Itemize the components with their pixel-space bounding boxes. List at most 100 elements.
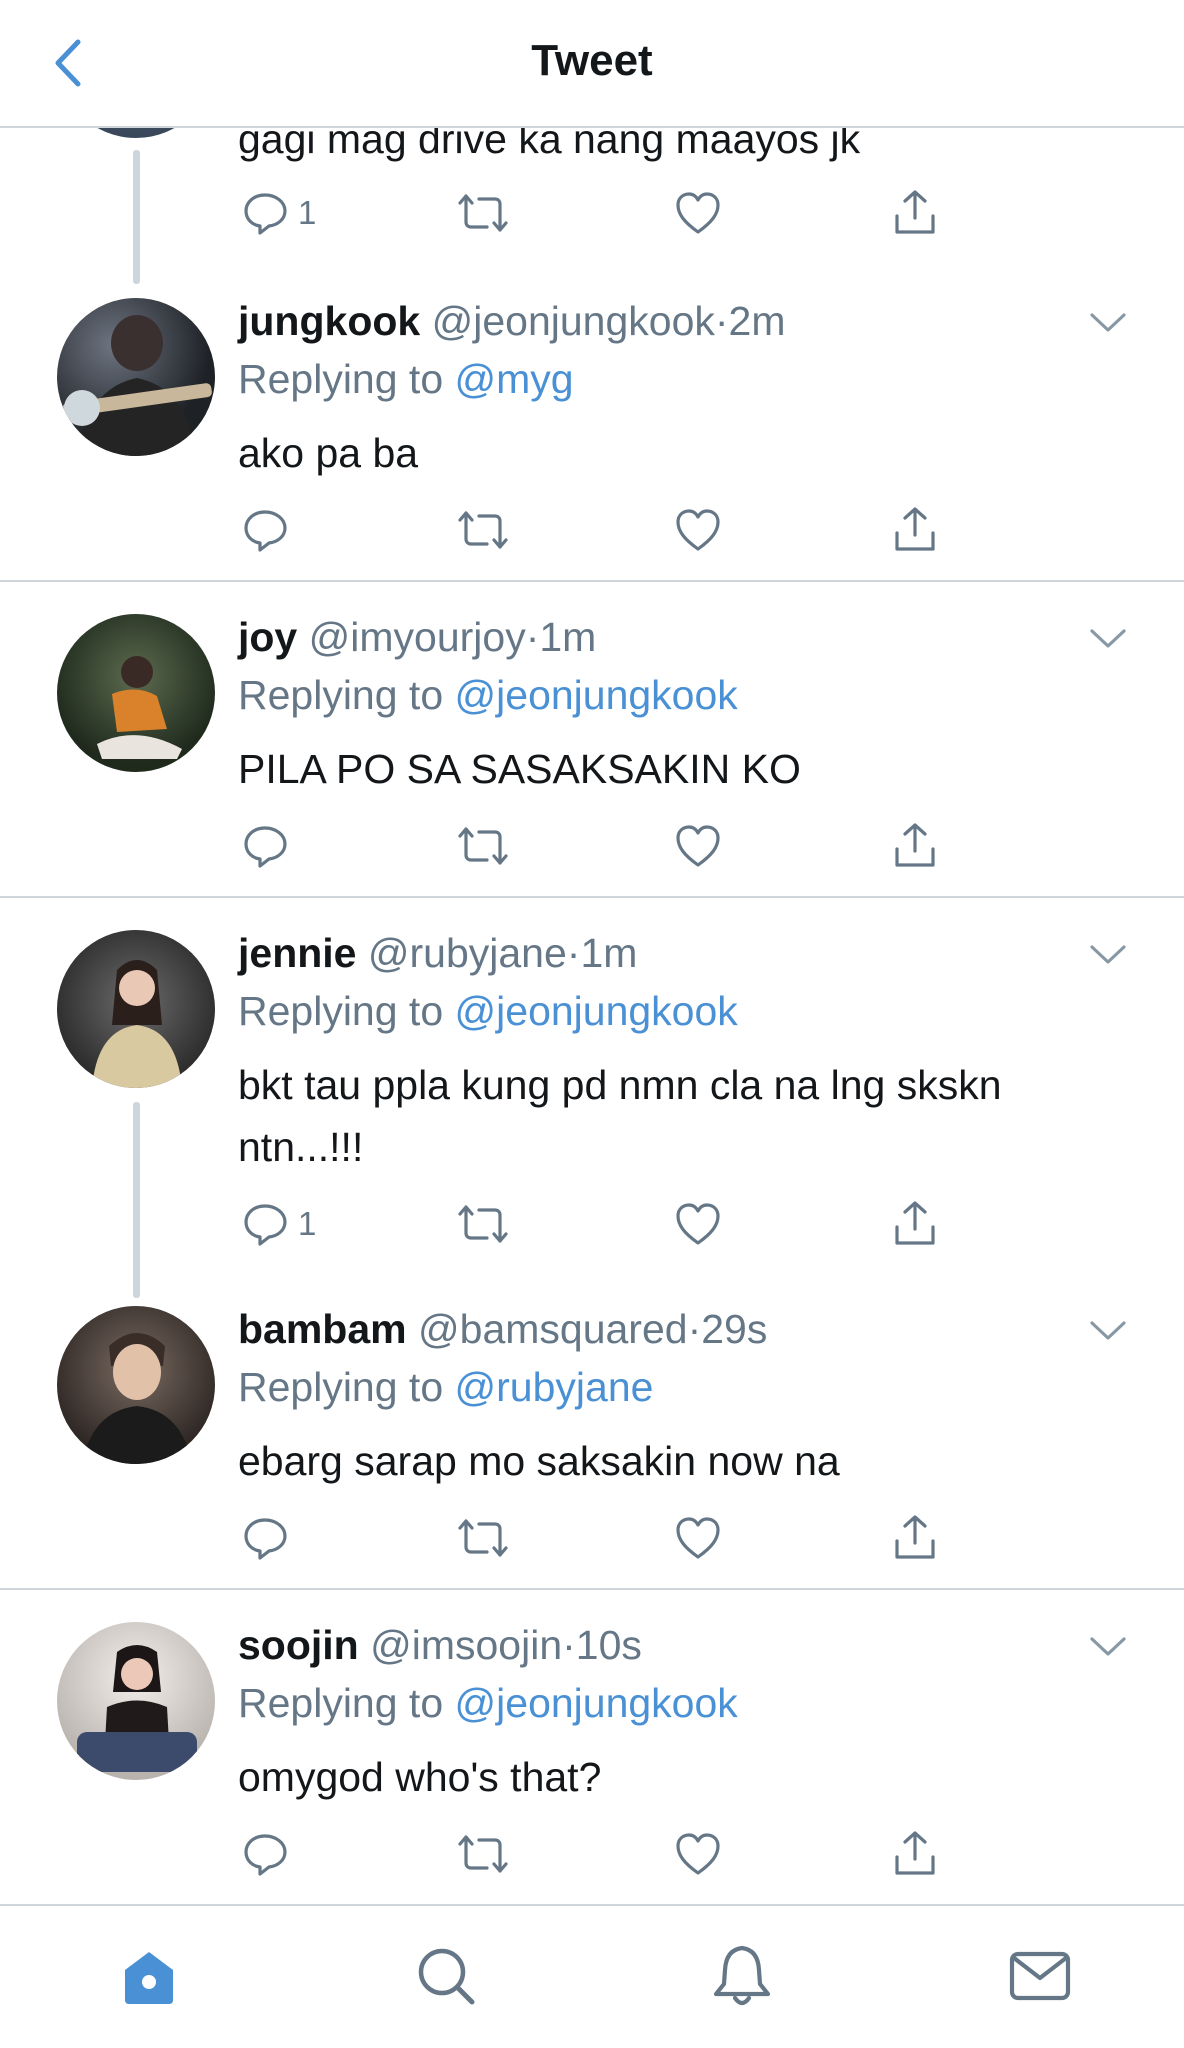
reply-button[interactable] (242, 1510, 298, 1566)
like-button[interactable] (674, 1196, 722, 1252)
tweet-text: PILA PO SA SASAKSAKIN KO (238, 746, 801, 792)
timestamp[interactable]: 10s (576, 1622, 642, 1668)
timestamp[interactable]: 29s (701, 1306, 767, 1352)
tweet-text: ebarg sarap mo saksakin now na (238, 1438, 840, 1484)
display-name[interactable]: jungkook (238, 298, 420, 344)
user-handle[interactable]: @imyourjoy (309, 614, 526, 660)
tab-home[interactable] (113, 1940, 185, 2012)
share-button[interactable] (892, 1196, 938, 1252)
retweet-button[interactable] (456, 1196, 510, 1252)
avatar[interactable] (57, 930, 215, 1088)
tweet-header: bambam @bamsquared·29s (238, 1300, 1094, 1358)
retweet-button[interactable] (456, 1826, 510, 1882)
reply-button[interactable] (242, 1826, 298, 1882)
avatar[interactable] (57, 298, 215, 456)
mention-link[interactable]: @rubyjane (455, 1364, 654, 1410)
retweet-button[interactable] (456, 185, 510, 241)
share-button[interactable] (892, 185, 938, 241)
tweet-actions: 1 (238, 1196, 958, 1252)
share-button[interactable] (892, 1826, 938, 1882)
like-button[interactable] (674, 502, 722, 558)
replying-to-label: Replying to (238, 672, 444, 718)
search-icon (418, 1948, 475, 2005)
display-name[interactable]: bambam (238, 1306, 407, 1352)
display-name[interactable]: jennie (238, 930, 356, 976)
heart-icon (676, 1833, 720, 1875)
tweet-joy[interactable]: joy @imyourjoy·1m Replying to @jeonjungk… (0, 582, 1184, 898)
thread-line (133, 150, 140, 284)
retweet-icon (458, 1519, 508, 1557)
like-button[interactable] (674, 818, 722, 874)
tweet-menu-button[interactable] (1088, 1318, 1128, 1344)
avatar[interactable] (57, 1306, 215, 1464)
reply-button[interactable] (242, 502, 298, 558)
share-icon (895, 1201, 935, 1245)
tweet-jungkook[interactable]: jungkook @jeonjungkook·2m Replying to @m… (0, 280, 1184, 582)
mention-link[interactable]: @myg (455, 356, 574, 402)
separator-dot: · (562, 1622, 576, 1668)
share-icon (895, 1515, 935, 1559)
heart-icon (676, 825, 720, 867)
share-button[interactable] (892, 502, 938, 558)
heart-icon (676, 509, 720, 551)
tweet-menu-button[interactable] (1088, 1634, 1128, 1660)
replying-to-label: Replying to (238, 1364, 444, 1410)
tweet-soojin[interactable]: soojin @imsoojin·10s Replying to @jeonju… (0, 1590, 1184, 1904)
like-button[interactable] (674, 1826, 722, 1882)
tweet-text: bkt tau ppla kung pd nmn cla na lng sksk… (238, 1062, 1002, 1170)
tweet-menu-button[interactable] (1088, 942, 1128, 968)
tab-notifications[interactable] (706, 1940, 778, 2012)
retweet-button[interactable] (456, 502, 510, 558)
page-title: Tweet (531, 36, 653, 85)
timestamp[interactable]: 1m (539, 614, 596, 660)
user-handle[interactable]: @rubyjane (368, 930, 567, 976)
avatar[interactable] (57, 1622, 215, 1780)
like-button[interactable] (674, 1510, 722, 1566)
tweet-jennie[interactable]: jennie @rubyjane·1m Replying to @jeonjun… (0, 898, 1184, 1298)
retweet-icon (458, 1835, 508, 1873)
tweet-menu-button[interactable] (1088, 310, 1128, 336)
user-handle[interactable]: @imsoojin (370, 1622, 562, 1668)
separator-dot: · (566, 930, 581, 976)
replying-to-line: Replying to @myg (238, 350, 1094, 408)
mention-link[interactable]: @jeonjungkook (455, 672, 738, 718)
replying-to-label: Replying to (238, 356, 444, 402)
reply-count: 1 (298, 194, 317, 231)
reply-button[interactable] (242, 818, 298, 874)
guitar-player-image (62, 315, 212, 456)
replying-to-label: Replying to (238, 988, 444, 1034)
replying-to-label: Replying to (238, 1680, 444, 1726)
share-button[interactable] (892, 1510, 938, 1566)
mention-link[interactable]: @jeonjungkook (455, 1680, 738, 1726)
separator-dot: · (525, 614, 540, 660)
display-name[interactable]: joy (238, 614, 297, 660)
retweet-button[interactable] (456, 818, 510, 874)
reply-button[interactable]: 1 (242, 1196, 316, 1252)
share-button[interactable] (892, 818, 938, 874)
retweet-button[interactable] (456, 1510, 510, 1566)
reply-icon (244, 826, 287, 868)
tweet-bambam[interactable]: bambam @bamsquared·29s Replying to @ruby… (0, 1274, 1184, 1590)
replying-to-line: Replying to @jeonjungkook (238, 1674, 1094, 1732)
heart-icon (676, 192, 720, 234)
user-handle[interactable]: @jeonjungkook (432, 298, 715, 344)
tweet-text: omygod who's that? (238, 1754, 602, 1800)
tweet-menu-button[interactable] (1088, 626, 1128, 652)
timestamp[interactable]: 1m (580, 930, 637, 976)
replies-timeline[interactable]: gagi mag drive ka nang maayos jk 1 jungk… (0, 0, 1184, 1904)
tab-search[interactable] (410, 1940, 482, 2012)
like-button[interactable] (674, 185, 722, 241)
timestamp[interactable]: 2m (729, 298, 786, 344)
tab-messages[interactable] (1004, 1940, 1076, 2012)
home-icon (125, 1952, 173, 2004)
mention-link[interactable]: @jeonjungkook (455, 988, 738, 1034)
app-header: Tweet (0, 0, 1184, 128)
user-handle[interactable]: @bamsquared (418, 1306, 688, 1352)
retweet-icon (458, 511, 508, 549)
share-icon (895, 823, 935, 867)
display-name[interactable]: soojin (238, 1622, 359, 1668)
avatar[interactable] (57, 614, 215, 772)
reply-count: 1 (298, 1205, 317, 1242)
reply-icon (244, 1204, 287, 1246)
reply-button[interactable]: 1 (242, 185, 316, 241)
